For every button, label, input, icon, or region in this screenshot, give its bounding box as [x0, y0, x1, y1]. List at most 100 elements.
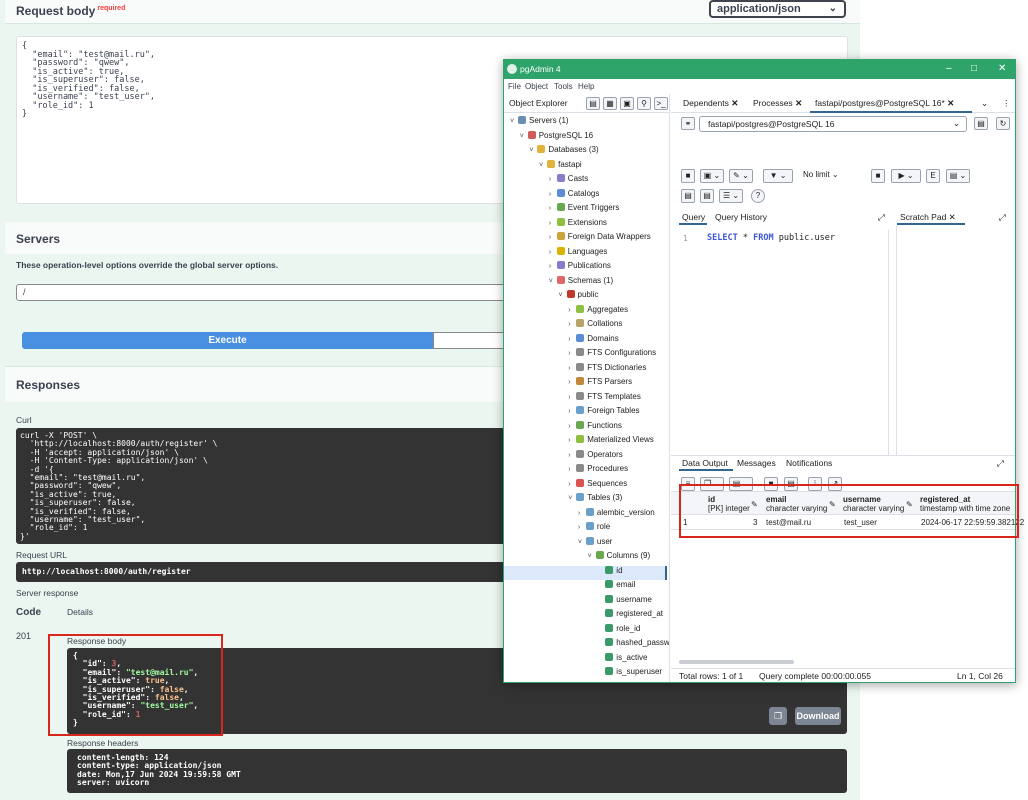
tree-item[interactable]: › alembic_version [578, 506, 655, 519]
chevron-right-icon[interactable]: › [568, 333, 576, 346]
tree-item[interactable]: › Casts [549, 172, 588, 185]
chevron-right-icon[interactable]: › [549, 202, 557, 215]
tab-dependents[interactable]: Dependents ✕ [683, 98, 738, 109]
explain-icon[interactable]: E [926, 169, 940, 183]
tree-item[interactable]: › Functions [568, 419, 622, 432]
tree-item[interactable]: › FTS Parsers [568, 375, 632, 388]
close-icon[interactable]: ✕ [998, 63, 1006, 74]
chevron-down-icon[interactable]: ˅ [578, 536, 586, 549]
tab-processes[interactable]: Processes ✕ [753, 98, 802, 109]
tree-item[interactable]: email [597, 578, 635, 591]
tree-item[interactable]: ˅ public [559, 288, 598, 301]
expand-icon[interactable]: ⤢ [999, 212, 1006, 223]
chevron-right-icon[interactable]: › [568, 434, 576, 447]
expand-icon[interactable]: ⤢ [997, 458, 1004, 469]
close-icon[interactable]: ✕ [947, 98, 954, 108]
menu-help[interactable]: Help [578, 82, 594, 91]
download-button[interactable]: Download [795, 707, 841, 725]
tree-item[interactable]: username [597, 593, 652, 606]
tree-item[interactable]: ˅ fastapi [539, 158, 582, 171]
terminal-icon[interactable]: >_ [654, 97, 668, 110]
horizontal-scrollbar[interactable] [679, 660, 794, 664]
help-icon[interactable]: ? [751, 189, 765, 203]
tree-item[interactable]: › Languages [549, 245, 607, 259]
chevron-down-icon[interactable]: ˅ [588, 550, 596, 563]
chevron-right-icon[interactable]: › [549, 246, 557, 259]
chevron-right-icon[interactable]: › [568, 391, 576, 404]
tree-item[interactable]: ˅ Databases (3) [529, 143, 599, 157]
tab-query[interactable]: fastapi/postgres@PostgreSQL 16* ✕ [815, 98, 954, 109]
tab-query-editor[interactable]: Query [682, 212, 705, 222]
tree-item[interactable]: › FTS Configurations [568, 346, 656, 359]
chevron-right-icon[interactable]: › [568, 449, 576, 462]
execute-button[interactable]: Execute [22, 332, 433, 349]
tree-item[interactable]: hashed_passw [597, 636, 669, 649]
tree-item[interactable]: id [597, 564, 623, 577]
chevron-right-icon[interactable]: › [568, 318, 576, 331]
chevron-right-icon[interactable]: › [549, 217, 557, 230]
maximize-icon[interactable]: □ [971, 63, 977, 74]
tree-item[interactable]: › Foreign Data Wrappers [549, 230, 651, 243]
tab-notifications[interactable]: Notifications [786, 458, 832, 468]
chevron-right-icon[interactable]: › [549, 260, 557, 273]
server-select[interactable]: / [16, 284, 508, 301]
tree-item[interactable]: ˅ PostgreSQL 16 [520, 129, 593, 142]
search-icon[interactable]: ⚲ [637, 97, 651, 110]
sql-editor[interactable]: 1 SELECT * FROM public.user [679, 230, 889, 456]
chevron-right-icon[interactable]: › [568, 478, 576, 491]
connection-select[interactable]: fastapi/postgres@PostgreSQL 16 ⌄ [699, 116, 967, 132]
tree-item[interactable]: ˅ Tables (3) [568, 491, 622, 504]
tree-item[interactable]: is_superuser [597, 665, 662, 678]
tab-query-history[interactable]: Query History [715, 212, 767, 222]
tree-item[interactable]: › FTS Templates [568, 390, 641, 403]
open-file-icon[interactable]: ■ [681, 169, 695, 183]
tree-item[interactable]: role_id [597, 622, 640, 635]
chevron-down-icon[interactable]: ˅ [568, 492, 576, 505]
execute-icon[interactable]: ▶ ⌄ [891, 169, 921, 183]
tree-item[interactable]: › Event Triggers [549, 201, 619, 215]
database-icon[interactable]: ▤ [586, 97, 600, 110]
chevron-right-icon[interactable]: › [568, 304, 576, 317]
chevron-right-icon[interactable]: › [549, 231, 557, 244]
minimize-icon[interactable]: – [946, 63, 952, 74]
tree-item[interactable]: › Catalogs [549, 187, 599, 201]
tree-item[interactable]: › Publications [549, 259, 611, 272]
chevron-down-icon[interactable]: ˅ [520, 130, 528, 143]
rollback-icon[interactable]: ▤ [700, 189, 714, 203]
more-icon[interactable]: ⋮ [1002, 98, 1011, 109]
table-icon[interactable]: ▦ [603, 97, 617, 110]
tree-item[interactable]: › Foreign Tables [568, 404, 640, 418]
database-icon[interactable]: ▤ [974, 117, 988, 130]
close-icon[interactable]: ✕ [731, 98, 738, 108]
sql-icon[interactable]: ▣ [620, 97, 634, 110]
tree-item[interactable]: registered_at [597, 607, 663, 620]
close-icon[interactable]: ✕ [795, 98, 802, 108]
filter-icon[interactable]: ▼ ⌄ [763, 169, 793, 183]
tree-item[interactable]: › Collations [568, 317, 622, 330]
chevron-down-icon[interactable]: ˅ [529, 144, 537, 157]
expand-icon[interactable]: ⤢ [878, 212, 885, 223]
chevron-right-icon[interactable]: › [568, 405, 576, 418]
chevron-right-icon[interactable]: › [549, 188, 557, 201]
tree-item[interactable]: › FTS Dictionaries [568, 361, 646, 374]
menu-object[interactable]: Object [525, 82, 548, 91]
chevron-right-icon[interactable]: › [568, 376, 576, 389]
menu-file[interactable]: File [508, 82, 521, 91]
stop-icon[interactable]: ■ [871, 169, 885, 183]
chevron-down-icon[interactable]: ˅ [549, 275, 557, 288]
chevron-right-icon[interactable]: › [578, 507, 586, 520]
chevron-down-icon[interactable]: ˅ [539, 159, 547, 172]
chevron-right-icon[interactable]: › [568, 463, 576, 476]
tree-item[interactable]: ˅ Columns (9) [588, 549, 650, 563]
chevron-right-icon[interactable]: › [578, 521, 586, 534]
limit-select[interactable]: No limit ⌄ [798, 169, 863, 183]
tab-messages[interactable]: Messages [737, 458, 776, 468]
tab-scratch-pad[interactable]: Scratch Pad ✕ [900, 212, 956, 223]
chevron-down-icon[interactable]: ˅ [510, 115, 518, 128]
save-icon[interactable]: ▣ ⌄ [700, 169, 724, 183]
tree-item[interactable]: › Operators [568, 448, 623, 461]
tree-item[interactable]: › Aggregates [568, 303, 628, 316]
tab-data-output[interactable]: Data Output [682, 458, 728, 468]
tree-item[interactable]: ˅ Schemas (1) [549, 274, 613, 287]
tree-item[interactable]: ˅ user [578, 535, 612, 549]
